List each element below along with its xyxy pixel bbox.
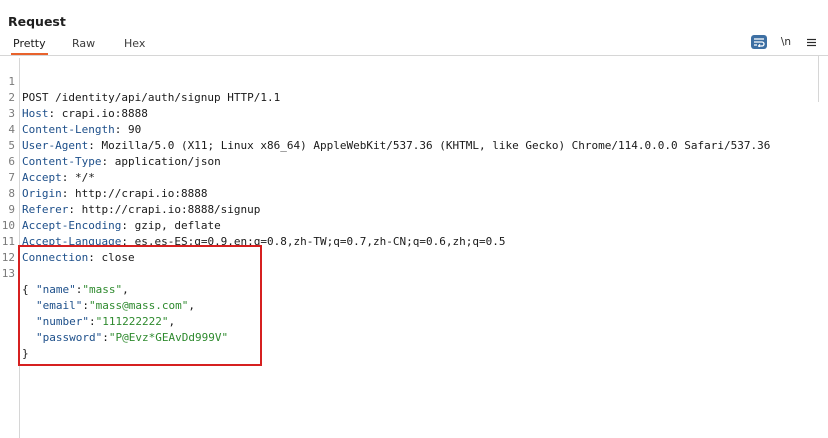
header-line: 6 Accept: */* (0, 138, 828, 184)
header-line: 4 User-Agent: Mozilla/5.0 (X11; Linux x8… (0, 106, 828, 152)
word-wrap-button[interactable] (751, 35, 767, 49)
body-highlight-box (18, 245, 262, 366)
header-line: 10 Accept-Language: es,es-ES;q=0.9,en;q=… (1, 219, 506, 248)
request-line: 1 POST /identity/api/auth/signup HTTP/1.… (0, 58, 828, 104)
view-tabs: Pretty Raw Hex (0, 35, 828, 56)
header-line: 9 Accept-Encoding: gzip, deflate (0, 186, 828, 232)
word-wrap-icon (754, 38, 765, 47)
header-line: 3 Content-Length: 90 (0, 90, 828, 136)
tab-hex[interactable]: Hex (122, 35, 147, 55)
tab-raw[interactable]: Raw (70, 35, 97, 55)
options-menu-button[interactable] (806, 35, 816, 49)
header-line: 2 Host: crapi.io:8888 (0, 74, 828, 120)
panel-title: Request (8, 14, 66, 29)
hamburger-menu-icon (806, 38, 816, 46)
header-line: 11 Connection: close (1, 235, 135, 264)
tab-pretty[interactable]: Pretty (11, 35, 48, 55)
show-newlines-button[interactable]: \n (780, 35, 792, 49)
tabs-divider (0, 55, 828, 56)
header-line: 5 Content-Type: application/json (0, 122, 828, 168)
header-line: 8 Referer: http://crapi.io:8888/signup (0, 170, 828, 216)
header-line: 7 Origin: http://crapi.io:8888 (0, 154, 828, 200)
